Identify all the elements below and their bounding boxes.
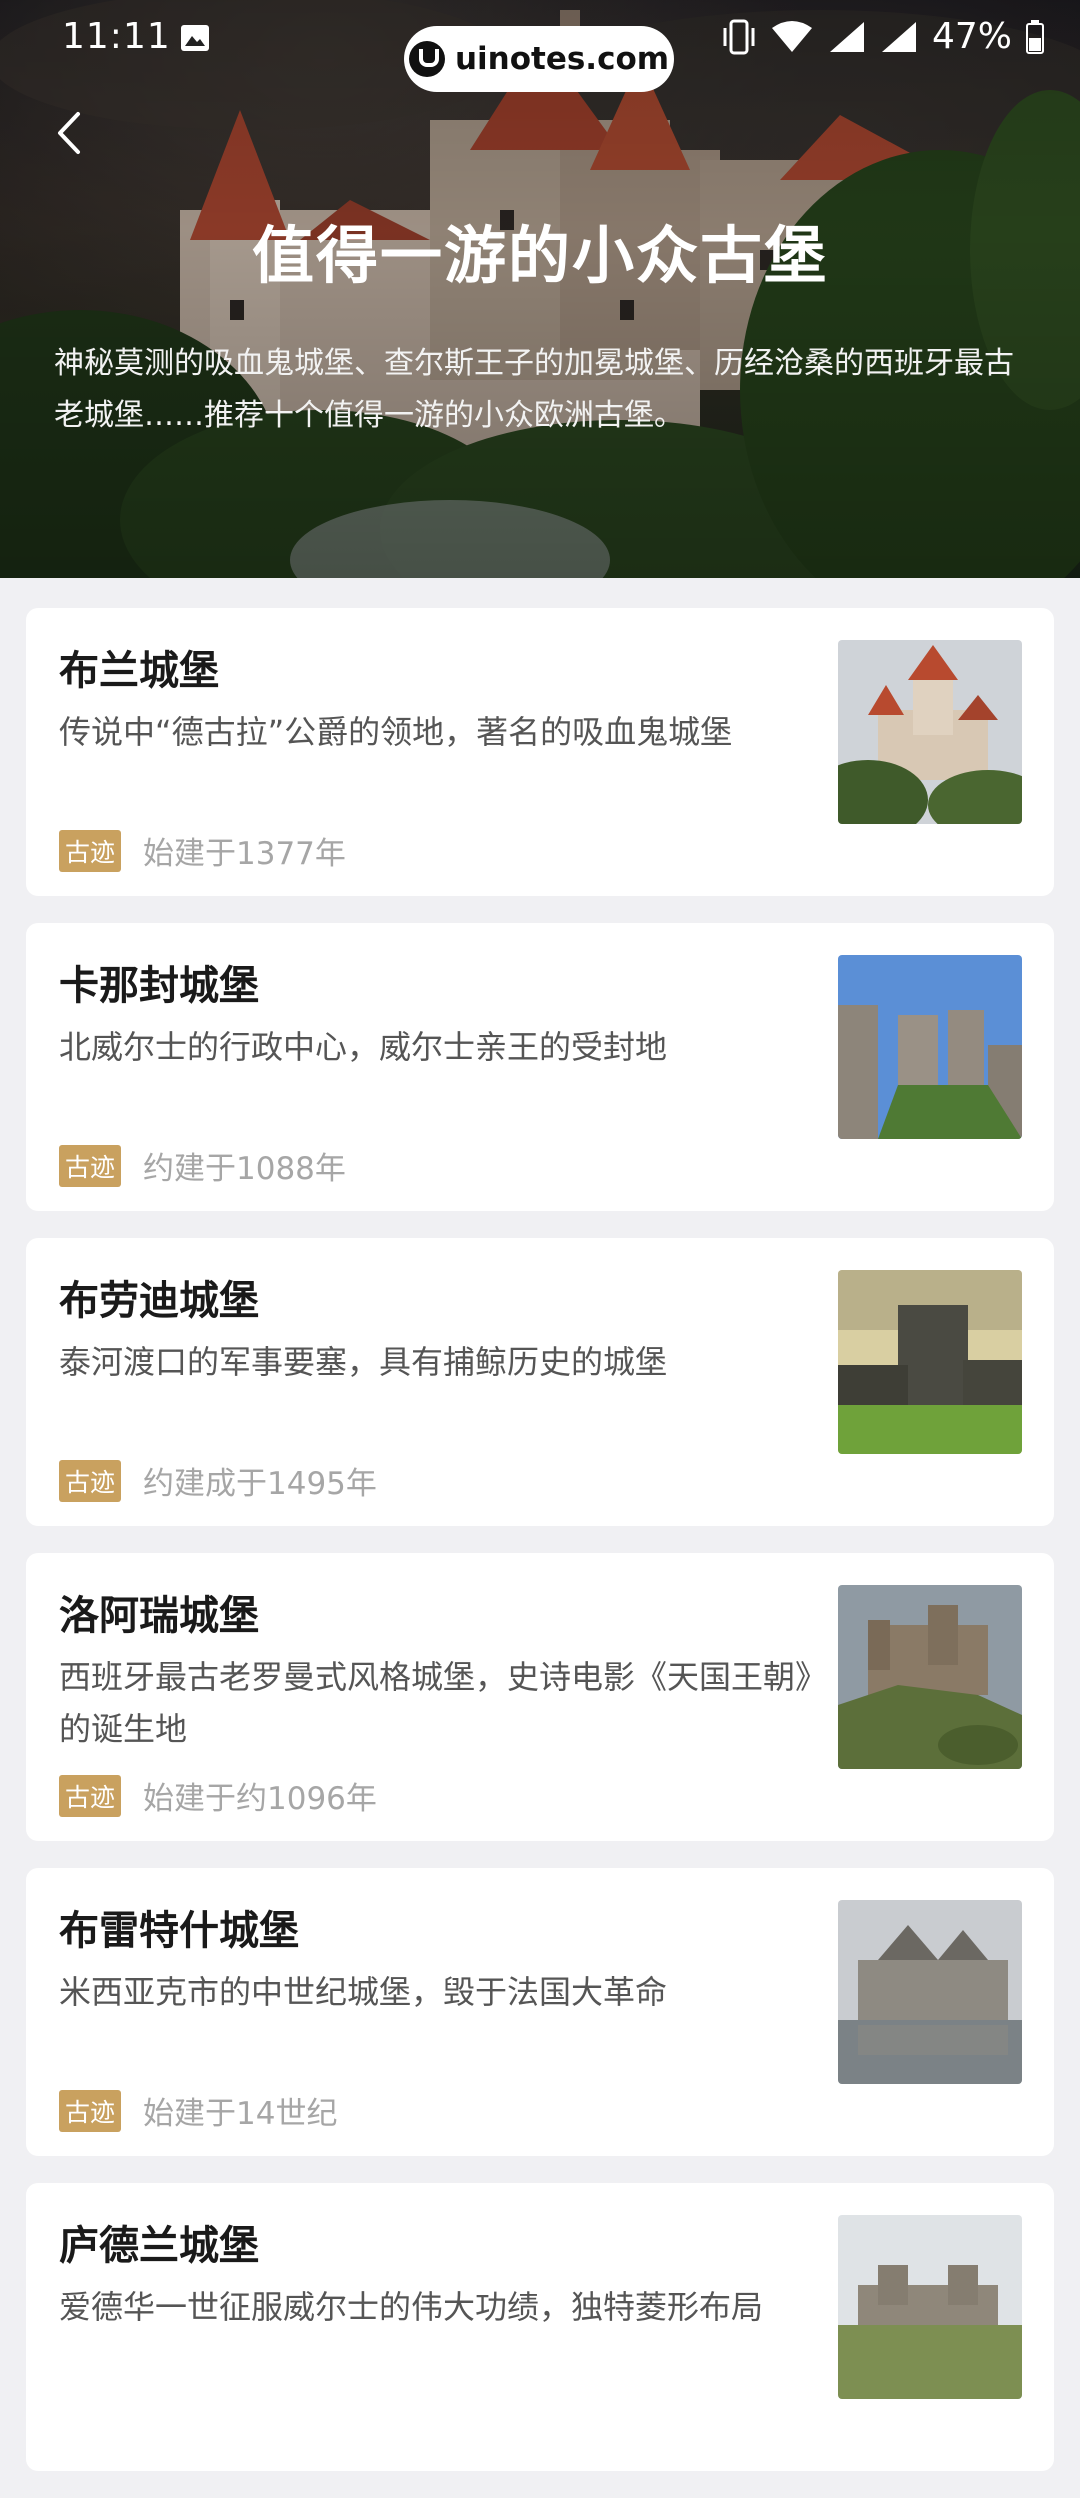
- battery-icon: [1026, 19, 1044, 54]
- castle-name: 布劳迪城堡: [59, 1278, 259, 1324]
- castle-meta: 古迹 约建成于1495年: [59, 1458, 377, 1503]
- castle-date: 约建于1088年: [143, 1151, 346, 1187]
- page-title: 值得一游的小众古堡: [251, 219, 828, 292]
- castle-card[interactable]: 布劳迪城堡 泰河渡口的军事要塞，具有捕鲸历史的城堡 古迹 约建成于1495年: [26, 1238, 1054, 1526]
- image-notification-icon: [181, 25, 209, 51]
- castle-description: 北威尔士的行政中心，威尔士亲王的受封地: [59, 1028, 668, 1066]
- castle-card[interactable]: 卡那封城堡 北威尔士的行政中心，威尔士亲王的受封地 古迹 约建于1088年: [26, 923, 1054, 1211]
- heritage-badge: 古迹: [59, 2089, 122, 2132]
- castle-thumbnail: [838, 1585, 1022, 1769]
- vibrate-icon: [723, 19, 755, 54]
- heritage-badge: 古迹: [59, 1144, 122, 1187]
- castle-description: 西班牙最古老罗曼式风格城堡，史诗电影《天国王朝》的诞生地: [59, 1658, 828, 1748]
- castle-description: 米西亚克市的中世纪城堡，毁于法国大革命: [59, 1973, 668, 2011]
- castle-thumbnail: [838, 1900, 1022, 2084]
- castle-date: 始建于14世纪: [143, 2096, 338, 2132]
- castle-name: 卡那封城堡: [59, 963, 259, 1009]
- castle-meta: 古迹 始建于14世纪: [59, 2088, 337, 2133]
- heritage-badge: 古迹: [59, 1459, 122, 1502]
- castle-list: 布兰城堡 传说中“德古拉”公爵的领地，著名的吸血鬼城堡 古迹 始建于1377年 …: [26, 608, 1054, 2498]
- status-right-group: 47%: [722, 16, 1044, 57]
- castle-description: 传说中“德古拉”公爵的领地，著名的吸血鬼城堡: [59, 713, 733, 751]
- castle-name: 布雷特什城堡: [59, 1908, 299, 1954]
- cellular-signal-2-icon: [881, 21, 916, 52]
- page-description: 神秘莫测的吸血鬼城堡、查尔斯王子的加冕城堡、历经沧桑的西班牙最古老城堡……推荐十…: [54, 346, 1014, 433]
- castle-name: 庐德兰城堡: [59, 2223, 259, 2269]
- castle-thumbnail: [838, 1270, 1022, 1454]
- uinotes-logo-icon: [408, 41, 445, 77]
- castle-name: 洛阿瑞城堡: [59, 1593, 259, 1639]
- status-time: 11:11: [62, 16, 171, 57]
- castle-card[interactable]: 庐德兰城堡 爱德华一世征服威尔士的伟大功绩，独特菱形布局: [26, 2183, 1054, 2471]
- castle-meta: 古迹 约建于1088年: [59, 1143, 346, 1188]
- castle-meta: 古迹 始建于约1096年: [59, 1773, 377, 1818]
- castle-thumbnail: [838, 640, 1022, 824]
- castle-description: 泰河渡口的军事要塞，具有捕鲸历史的城堡: [59, 1343, 668, 1381]
- castle-thumbnail: [838, 955, 1022, 1139]
- castle-card[interactable]: 布雷特什城堡 米西亚克市的中世纪城堡，毁于法国大革命 古迹 始建于14世纪: [26, 1868, 1054, 2156]
- cellular-signal-icon: [829, 21, 864, 52]
- castle-date: 始建于1377年: [143, 836, 346, 872]
- castle-date: 始建于约1096年: [143, 1781, 377, 1817]
- castle-thumbnail: [838, 2215, 1022, 2399]
- hero-banner: 11:11 47% uinotes.com 值得一游的小众古堡 神秘莫测的吸血鬼…: [0, 0, 1080, 578]
- castle-meta: 古迹 始建于1377年: [59, 828, 346, 873]
- castle-card[interactable]: 布兰城堡 传说中“德古拉”公爵的领地，著名的吸血鬼城堡 古迹 始建于1377年: [26, 608, 1054, 896]
- castle-name: 布兰城堡: [59, 648, 219, 694]
- heritage-badge: 古迹: [59, 829, 122, 872]
- watermark-badge: uinotes.com: [404, 26, 674, 92]
- heritage-badge: 古迹: [59, 1774, 122, 1817]
- battery-percent: 47%: [931, 16, 1012, 57]
- castle-description: 爱德华一世征服威尔士的伟大功绩，独特菱形布局: [59, 2288, 764, 2326]
- watermark-text: uinotes.com: [454, 41, 670, 77]
- castle-date: 约建成于1495年: [143, 1466, 377, 1502]
- castle-card[interactable]: 洛阿瑞城堡 西班牙最古老罗曼式风格城堡，史诗电影《天国王朝》的诞生地 古迹 始建…: [26, 1553, 1054, 1841]
- back-arrow-icon[interactable]: [50, 108, 90, 158]
- wifi-icon: [771, 20, 812, 52]
